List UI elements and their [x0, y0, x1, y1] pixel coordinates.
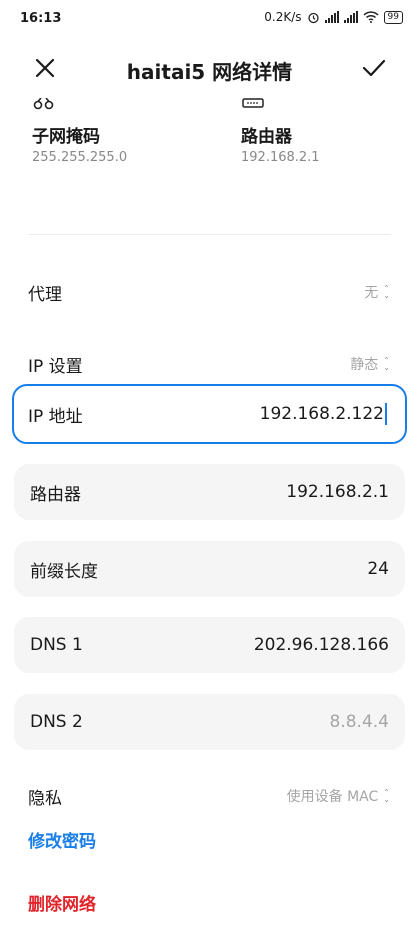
- ip-address-field[interactable]: IP 地址 192.168.2.122: [12, 384, 407, 444]
- privacy-label: 隐私: [28, 788, 62, 809]
- proxy-selector[interactable]: 无 ⌃ ⌄: [364, 282, 390, 302]
- ip-settings-value: 静态: [350, 357, 379, 373]
- ip-address-label: IP 地址: [28, 406, 83, 427]
- router-info-label: 路由器: [241, 127, 292, 147]
- router-field-label: 路由器: [30, 484, 81, 505]
- dns2-field[interactable]: DNS 2 8.8.4.4: [14, 694, 405, 750]
- text-cursor: [385, 403, 387, 425]
- dns2-input[interactable]: 8.8.4.4: [330, 712, 389, 732]
- proxy-label: 代理: [28, 284, 62, 305]
- ip-settings-label: IP 设置: [28, 356, 83, 377]
- battery-icon: 99: [383, 10, 403, 24]
- privacy-value: 使用设备 MAC: [286, 789, 379, 805]
- status-time: 16:13: [20, 11, 62, 26]
- privacy-selector[interactable]: 使用设备 MAC ⌃ ⌄: [287, 786, 390, 806]
- ip-address-input-wrap: 192.168.2.122: [260, 403, 387, 425]
- delete-network-button[interactable]: 删除网络: [28, 890, 96, 915]
- dns1-input[interactable]: 202.96.128.166: [254, 635, 389, 655]
- network-speed: 0.2K/s: [264, 10, 302, 24]
- subnet-mask-icon: [33, 98, 54, 110]
- ip-settings-row[interactable]: IP 设置 静态 ⌃ ⌄: [28, 344, 390, 384]
- router-field[interactable]: 路由器 192.168.2.1: [14, 464, 405, 520]
- dns1-field[interactable]: DNS 1 202.96.128.166: [14, 617, 405, 673]
- dns1-label: DNS 1: [30, 635, 83, 655]
- signal-2-icon: [343, 11, 358, 23]
- router-icon: [242, 98, 264, 108]
- signal-1-icon: [324, 11, 339, 23]
- dns2-label: DNS 2: [30, 712, 83, 732]
- check-icon: [362, 59, 386, 77]
- wifi-icon: [363, 11, 379, 23]
- proxy-value: 无: [364, 285, 379, 301]
- status-icons: 0.2K/s 99: [264, 10, 403, 24]
- ip-settings-selector[interactable]: 静态 ⌃ ⌄: [350, 354, 390, 374]
- proxy-row[interactable]: 代理 无 ⌃ ⌄: [28, 272, 390, 312]
- router-field-input[interactable]: 192.168.2.1: [286, 482, 389, 502]
- divider: [28, 234, 391, 235]
- ip-address-input[interactable]: 192.168.2.122: [260, 404, 384, 424]
- subnet-mask-value: 255.255.255.0: [32, 150, 128, 165]
- prefix-length-label: 前缀长度: [30, 561, 98, 582]
- modify-password-button[interactable]: 修改密码: [28, 827, 96, 852]
- prefix-length-field[interactable]: 前缀长度 24: [14, 541, 405, 597]
- prefix-length-input[interactable]: 24: [367, 559, 389, 579]
- status-bar: 16:13 0.2K/s 99: [0, 0, 419, 36]
- router-info-value: 192.168.2.1: [241, 150, 320, 165]
- subnet-mask-label: 子网掩码: [32, 127, 100, 147]
- chevron-up-down-icon: ⌃ ⌄: [383, 356, 390, 372]
- confirm-button[interactable]: [356, 50, 392, 86]
- chevron-up-down-icon: ⌃ ⌄: [383, 788, 390, 804]
- chevron-up-down-icon: ⌃ ⌄: [383, 284, 390, 300]
- alarm-icon: [307, 12, 319, 23]
- privacy-row[interactable]: 隐私 使用设备 MAC ⌃ ⌄: [28, 776, 390, 816]
